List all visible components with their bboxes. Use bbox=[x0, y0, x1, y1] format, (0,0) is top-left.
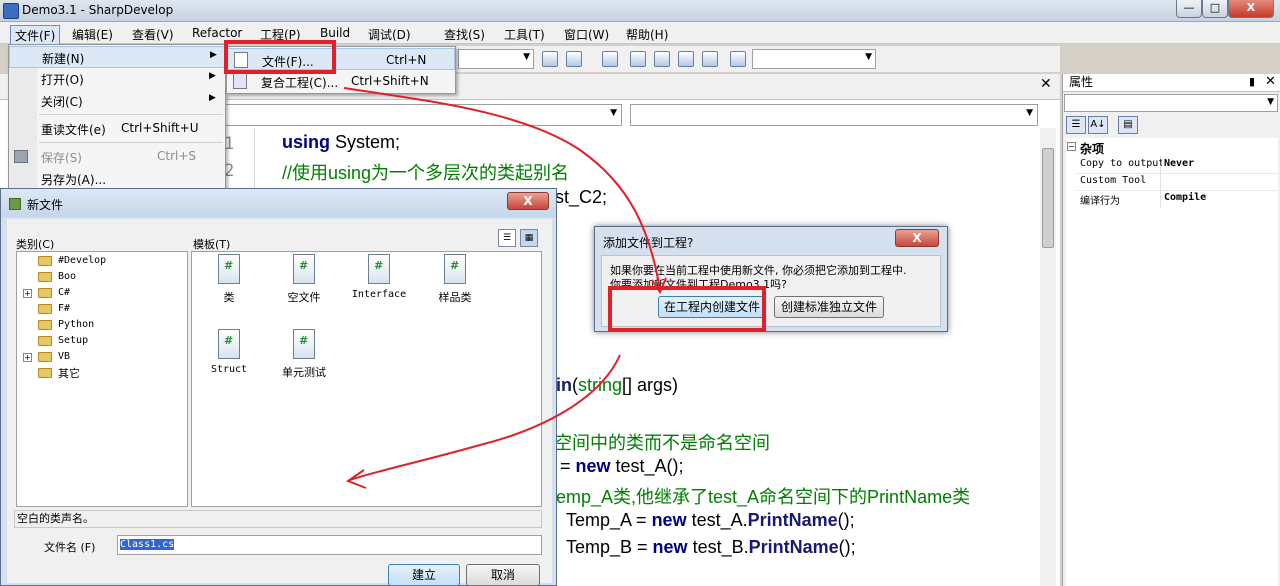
annotation-arrows bbox=[343, 87, 667, 489]
annotation-arrow-to-dialog bbox=[343, 87, 661, 291]
annotation-arrow-to-filename bbox=[349, 354, 621, 481]
annotation-arrowhead bbox=[345, 469, 367, 489]
